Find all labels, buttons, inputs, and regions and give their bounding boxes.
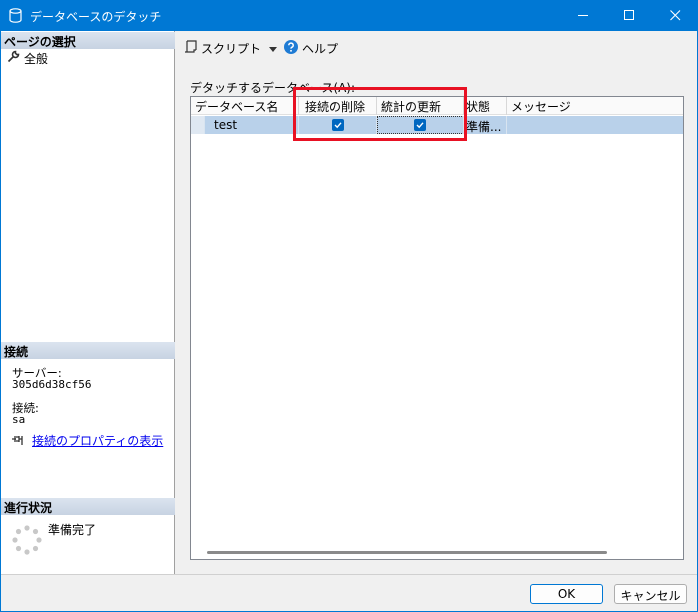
row-selector[interactable] bbox=[191, 116, 205, 134]
minimize-button[interactable] bbox=[560, 0, 606, 31]
cell-message[interactable] bbox=[507, 116, 683, 134]
title-bar: データベースのデタッチ bbox=[0, 0, 698, 31]
horizontal-scrollbar[interactable] bbox=[207, 551, 607, 554]
annotation-highlight-box bbox=[293, 87, 467, 141]
column-header-message[interactable]: メッセージ bbox=[507, 97, 683, 115]
nav-item-label: 全般 bbox=[24, 51, 49, 66]
column-header-database-name[interactable]: データベース名 bbox=[191, 97, 299, 115]
detach-database-grid[interactable]: データベース名 接続の削除 統計の更新 状態 メッセージ test 準備... bbox=[190, 96, 684, 560]
script-button[interactable]: スクリプト bbox=[184, 39, 261, 57]
minimize-icon bbox=[578, 15, 588, 16]
close-icon bbox=[670, 10, 681, 21]
plug-icon bbox=[11, 433, 26, 449]
script-dropdown-arrow-icon[interactable] bbox=[269, 41, 278, 55]
toolbar: スクリプト ヘルプ bbox=[184, 39, 338, 57]
maximize-icon bbox=[624, 10, 634, 20]
close-button[interactable] bbox=[652, 0, 698, 31]
cancel-button[interactable]: キャンセル bbox=[614, 584, 687, 604]
progress-spinner-icon bbox=[11, 524, 43, 556]
wrench-icon bbox=[7, 50, 20, 66]
help-icon bbox=[284, 39, 299, 57]
connection-properties-link[interactable]: 接続のプロパティの表示 bbox=[11, 432, 163, 449]
column-header-status[interactable]: 状態 bbox=[464, 97, 507, 115]
nav-item-general[interactable]: 全般 bbox=[7, 50, 48, 66]
cell-database-name[interactable]: test bbox=[205, 116, 299, 134]
cell-status[interactable]: 準備... bbox=[464, 116, 507, 134]
maximize-button[interactable] bbox=[606, 0, 652, 31]
progress-status: 準備完了 bbox=[48, 523, 97, 537]
server-value: 305d6d38cf56 bbox=[12, 378, 92, 391]
connection-header: 接続 bbox=[1, 342, 175, 359]
help-button[interactable]: ヘルプ bbox=[284, 39, 338, 57]
page-select-header: ページの選択 bbox=[1, 32, 175, 49]
ok-button[interactable]: OK bbox=[530, 584, 603, 604]
database-icon bbox=[9, 8, 22, 23]
script-icon bbox=[184, 39, 197, 57]
connection-value: sa bbox=[12, 413, 26, 426]
progress-header: 進行状況 bbox=[1, 498, 175, 515]
left-panel: ページの選択 全般 接続 サーバー: 305d6d38cf56 接続: sa 接… bbox=[1, 31, 175, 574]
window-title: データベースのデタッチ bbox=[30, 10, 162, 24]
